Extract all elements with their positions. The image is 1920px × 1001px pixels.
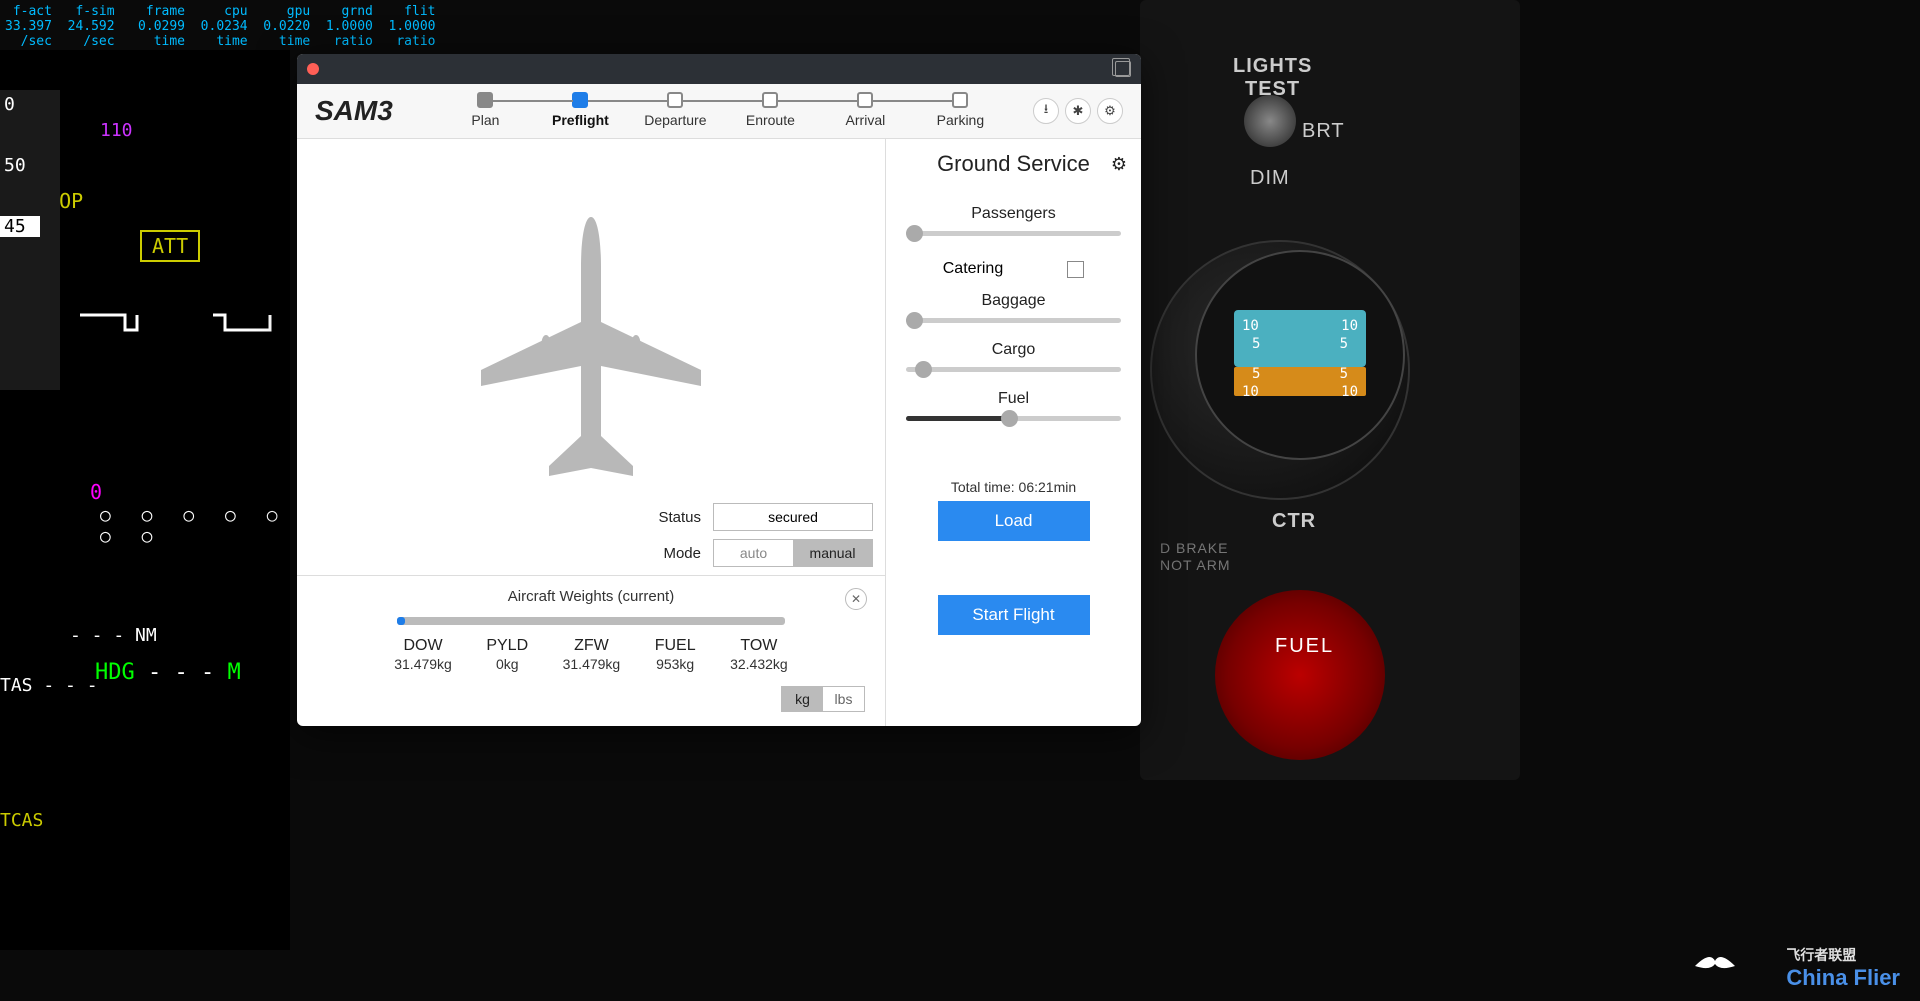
flight-director-bars (75, 295, 275, 355)
brake-label-1: D BRAKE (1160, 540, 1228, 556)
tas-readout: TAS - - - (0, 675, 98, 696)
app-logo: SAM3 (315, 95, 393, 127)
weights-title: Aircraft Weights (current) (317, 588, 865, 605)
catering-checkbox[interactable] (1067, 261, 1084, 278)
weight-zfw: ZFW31.479kg (563, 637, 621, 672)
fuel-label: Fuel (904, 390, 1123, 408)
header: SAM3 Plan Preflight Departure Enroute Ar… (297, 84, 1141, 139)
close-weights-icon[interactable]: ✕ (845, 588, 867, 610)
restore-window-icon[interactable] (1115, 61, 1131, 77)
cargo-slider[interactable] (906, 367, 1121, 372)
status-row: Status secured (658, 503, 873, 531)
speed-tape: 0 50 45 (0, 90, 60, 390)
watermark-logo-icon (1690, 936, 1740, 986)
status-value: secured (713, 503, 873, 531)
pfd-panel: 110 V1INOP 0 50 45 ATT 0 ○ ○ ○ ○ ○ ○ ○ -… (0, 50, 290, 950)
step-enroute[interactable]: Enroute (723, 92, 818, 128)
brake-label-2: NOT ARM (1160, 557, 1231, 573)
lights-label: LIGHTS (1233, 55, 1312, 78)
aircraft-panel: Status secured Mode auto manual Aircraft… (297, 139, 886, 726)
baggage-slider[interactable] (906, 318, 1121, 323)
nm-readout: - - - NM (70, 625, 157, 646)
lights-knob[interactable] (1244, 95, 1296, 147)
step-preflight[interactable]: Preflight (533, 92, 628, 128)
weight-columns: DOW31.479kg PYLD0kg ZFW31.479kg FUEL953k… (377, 637, 805, 672)
sam3-window: SAM3 Plan Preflight Departure Enroute Ar… (297, 54, 1141, 726)
start-flight-button[interactable]: Start Flight (938, 595, 1090, 635)
hdg-readout: HDG - - - M (95, 660, 241, 685)
weight-bar (397, 617, 785, 625)
flight-phase-stepper: Plan Preflight Departure Enroute Arrival… (413, 92, 1033, 128)
weight-pyld: PYLD0kg (486, 637, 528, 672)
fuel-gauge-label: FUEL (1275, 635, 1334, 658)
weight-tow: TOW32.432kg (730, 637, 788, 672)
aircraft-silhouette-icon (471, 207, 711, 507)
load-button[interactable]: Load (938, 501, 1090, 541)
att-flag: ATT (140, 230, 200, 262)
tcas-readout: TCAS (0, 810, 43, 831)
gs-settings-icon[interactable]: ⚙ (1111, 154, 1127, 175)
passengers-slider[interactable] (906, 231, 1121, 236)
ctr-label: CTR (1272, 510, 1316, 533)
mode-manual[interactable]: manual (793, 540, 872, 566)
step-departure[interactable]: Departure (628, 92, 723, 128)
fuel-gauge: FUEL (1215, 590, 1385, 760)
mode-row: Mode auto manual (658, 539, 873, 567)
brt-label: BRT (1302, 120, 1345, 143)
weights-panel: Aircraft Weights (current) ✕ DOW31.479kg… (297, 575, 885, 726)
gs-title: Ground Service (937, 151, 1090, 177)
weight-fuel: FUEL953kg (655, 637, 696, 672)
unit-toggle[interactable]: kg lbs (781, 686, 865, 712)
step-plan[interactable]: Plan (438, 92, 533, 128)
total-time: Total time: 06:21min (904, 479, 1123, 495)
catering-label: Catering (943, 260, 1003, 278)
magenta-marker: 0 (90, 480, 102, 504)
fuel-slider[interactable] (906, 416, 1121, 421)
passengers-label: Passengers (904, 205, 1123, 223)
mode-toggle[interactable]: auto manual (713, 539, 873, 567)
download-icon[interactable]: ⭳ (1033, 98, 1059, 124)
mode-auto[interactable]: auto (714, 540, 793, 566)
step-arrival[interactable]: Arrival (818, 92, 913, 128)
cargo-label: Cargo (904, 341, 1123, 359)
settings-icon[interactable]: ✱ (1065, 98, 1091, 124)
step-parking[interactable]: Parking (913, 92, 1008, 128)
ground-service-panel: Ground Service ⚙ Passengers Catering Bag… (886, 139, 1141, 726)
debug-overlay: f-act f-sim frame cpu gpu grnd flit 33.3… (5, 5, 435, 50)
unit-kg[interactable]: kg (782, 687, 823, 711)
dim-label: DIM (1250, 167, 1290, 190)
watermark: 飞行者联盟 China Flier (1786, 945, 1900, 991)
weight-dow: DOW31.479kg (394, 637, 452, 672)
titlebar[interactable] (297, 54, 1141, 84)
gear-icon[interactable]: ⚙ (1097, 98, 1123, 124)
hdg-dots: ○ ○ ○ ○ ○ ○ ○ (100, 505, 290, 547)
close-button[interactable] (307, 63, 319, 75)
adi-gauge: 10 10 5 5 5 5 10 10 (1195, 250, 1405, 460)
unit-lbs[interactable]: lbs (823, 687, 864, 711)
baggage-label: Baggage (904, 292, 1123, 310)
